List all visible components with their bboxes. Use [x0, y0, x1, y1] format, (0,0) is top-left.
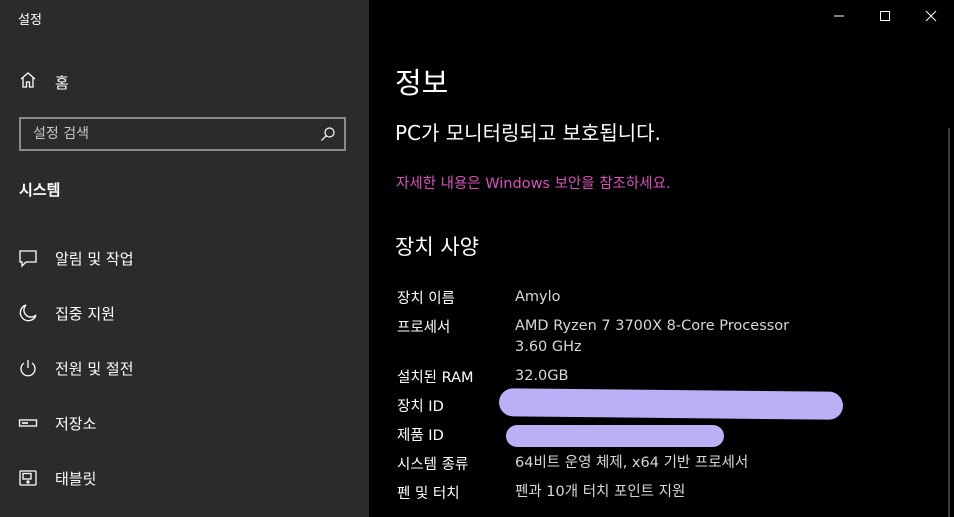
spec-key: 프로세서 — [397, 320, 451, 336]
maximize-icon — [880, 11, 890, 21]
specs-title: 장치 사양 — [395, 235, 479, 259]
sidebar-item-label: 전원 및 절전 — [55, 359, 134, 378]
sidebar: 설정 홈 시스템 알림 및 작업 집중 지원 — [0, 0, 369, 517]
close-button[interactable] — [908, 0, 954, 32]
sidebar-item-tablet[interactable]: 태블릿 — [18, 466, 96, 490]
sidebar-item-focus-assist[interactable]: 집중 지원 — [18, 301, 115, 325]
spec-key: 제품 ID — [397, 428, 444, 444]
app-title: 설정 — [18, 13, 42, 28]
search-box[interactable] — [19, 117, 346, 151]
sidebar-item-label: 태블릿 — [55, 469, 97, 488]
nav-home-label: 홈 — [55, 73, 69, 92]
storage-icon — [18, 413, 38, 433]
spec-key: 설치된 RAM — [397, 370, 474, 386]
spec-value: Amylo — [515, 289, 561, 305]
spec-key: 장치 이름 — [397, 291, 455, 307]
security-link[interactable]: 자세한 내용은 Windows 보안을 참조하세요. — [396, 172, 671, 193]
scrollbar[interactable] — [948, 128, 950, 517]
protection-status: PC가 모니터링되고 보호됩니다. — [395, 121, 661, 145]
main-content: 정보 PC가 모니터링되고 보호됩니다. 자세한 내용은 Windows 보안을… — [369, 0, 954, 517]
power-icon — [18, 358, 38, 378]
redaction-product-id — [506, 425, 724, 447]
spec-key: 장치 ID — [397, 399, 444, 415]
redaction-device-id — [498, 388, 844, 420]
tablet-icon — [18, 468, 38, 488]
spec-value: AMD Ryzen 7 3700X 8-Core Processor — [515, 318, 790, 334]
spec-value-line2: 3.60 GHz — [515, 339, 582, 355]
search-input[interactable] — [21, 119, 323, 149]
sidebar-item-storage[interactable]: 저장소 — [18, 411, 96, 435]
spec-key: 시스템 종류 — [397, 457, 469, 473]
nav-home[interactable]: 홈 — [19, 70, 69, 94]
window-controls — [816, 0, 954, 32]
section-title: 시스템 — [19, 181, 61, 199]
home-icon — [19, 71, 37, 93]
spec-key: 펜 및 터치 — [397, 486, 460, 502]
search-icon[interactable] — [320, 126, 336, 142]
sidebar-item-label: 알림 및 작업 — [55, 249, 134, 268]
spec-value: 32.0GB — [515, 368, 569, 384]
close-icon — [925, 10, 937, 22]
maximize-button[interactable] — [862, 0, 908, 32]
notification-icon — [18, 248, 38, 268]
minimize-button[interactable] — [816, 0, 862, 32]
spec-value: 64비트 운영 체제, x64 기반 프로세서 — [515, 455, 749, 471]
page-title: 정보 — [395, 66, 449, 100]
sidebar-item-power[interactable]: 전원 및 절전 — [18, 356, 134, 380]
sidebar-item-notifications[interactable]: 알림 및 작업 — [18, 246, 134, 270]
sidebar-item-label: 집중 지원 — [55, 304, 115, 323]
sidebar-item-label: 저장소 — [55, 414, 97, 433]
moon-icon — [18, 303, 38, 323]
spec-value: 펜과 10개 터치 포인트 지원 — [515, 484, 686, 500]
minimize-icon — [834, 15, 844, 17]
